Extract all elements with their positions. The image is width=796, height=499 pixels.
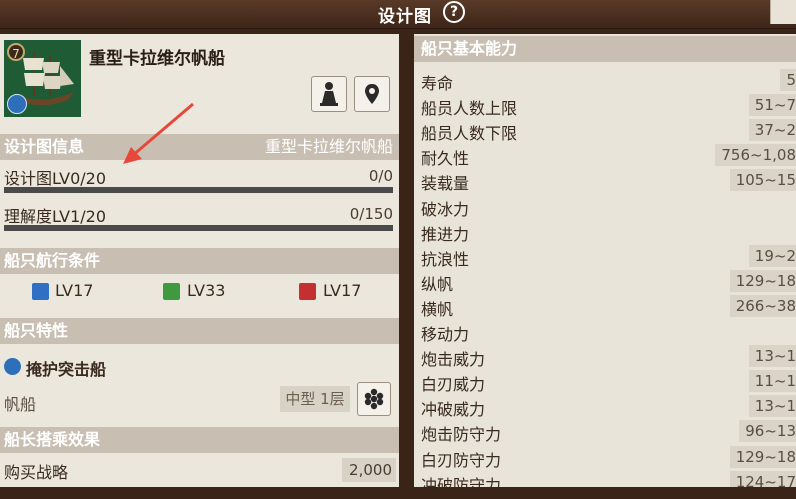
stat-value: 5 (780, 69, 796, 91)
stat-label: 白刃防守力 (421, 450, 502, 470)
ship-type-icon (7, 94, 27, 114)
trait-icon (4, 358, 21, 375)
stat-label: 白刃威力 (421, 375, 486, 395)
stat-row: 炮击威力 13~1 (414, 344, 796, 369)
window-title: 设计图 (378, 7, 432, 27)
captain-effect-title: 船长搭乘效果 (4, 430, 101, 449)
ship-name: 重型卡拉维尔帆船 (89, 49, 225, 69)
stat-value: 37~2 (748, 119, 796, 142)
stat-label: 冲破威力 (421, 400, 486, 420)
captain-effect-value: 2,000 (342, 458, 396, 482)
stat-value: 19~2 (748, 244, 796, 267)
trait-sub: 帆船 (4, 395, 37, 414)
stat-value: 756~1,08 (715, 144, 796, 167)
stat-value: 13~1 (748, 345, 796, 368)
stat-value: 51~7 (748, 94, 796, 117)
map-pin-icon (365, 84, 379, 104)
stat-label: 炮击威力 (421, 350, 486, 370)
stat-label: 推进力 (421, 224, 470, 244)
stat-value: 105~15 (729, 169, 796, 192)
stat-row: 冲破防守力 124~17 (414, 470, 796, 487)
design-level-value: 0/0 (368, 167, 393, 185)
stat-label: 冲破防守力 (421, 475, 502, 487)
battle-level: LV17 (323, 281, 362, 300)
character-button[interactable] (311, 76, 347, 112)
panel-divider (399, 34, 414, 499)
stat-value: 129~18 (729, 269, 796, 292)
understanding-label: 理解度LV1/20 (4, 207, 107, 226)
stat-row: 纵帆 129~18 (414, 269, 796, 294)
stat-label: 船员人数下限 (421, 124, 518, 144)
design-info-header: 设计图信息 重型卡拉维尔帆船 (0, 134, 399, 160)
trade-level: LV33 (187, 281, 226, 300)
help-icon[interactable]: ? (443, 1, 465, 23)
understanding-value: 0/150 (349, 205, 393, 223)
stat-value: 266~38 (729, 294, 796, 317)
stat-label: 寿命 (421, 74, 454, 93)
stat-label: 纵帆 (421, 274, 454, 294)
stat-row: 横帆 266~38 (414, 294, 796, 319)
sail-conditions-title: 船只航行条件 (4, 251, 101, 270)
trait-detail-button[interactable] (357, 382, 391, 416)
stat-row: 寿命 5 (414, 68, 796, 93)
design-level-bar (4, 187, 393, 193)
stat-label: 耐久性 (421, 149, 470, 169)
stat-row: 抗浪性 19~2 (414, 244, 796, 269)
stat-value: 13~1 (748, 395, 796, 418)
ship-thumbnail[interactable]: 7 (4, 40, 81, 117)
stat-row: 炮击防守力 96~13 (414, 419, 796, 444)
trade-icon (163, 283, 180, 300)
trait-tag: 中型 1层 (280, 386, 350, 412)
stat-row: 冲破威力 13~1 (414, 394, 796, 419)
stat-row: 装载量 105~15 (414, 168, 796, 193)
left-panel: 7 重型卡拉维尔帆船 设计图信息 重型卡拉维尔帆船 设计图LV0/20 0/0 … (0, 34, 399, 487)
figure-icon (320, 82, 338, 106)
stat-label: 装载量 (421, 174, 470, 194)
stat-value: 11~1 (748, 370, 796, 393)
stat-row: 移动力 (414, 319, 796, 344)
stat-row: 推进力 (414, 219, 796, 244)
ship-level-badge: 7 (7, 43, 25, 61)
ship-traits-title: 船只特性 (4, 321, 69, 340)
location-button[interactable] (354, 76, 390, 112)
stat-value: 124~17 (729, 470, 796, 487)
understanding-bar (4, 225, 393, 231)
captain-effect-label: 购买战略 (4, 463, 69, 482)
design-level-label: 设计图LV0/20 (4, 169, 107, 188)
stat-label: 破冰力 (421, 199, 470, 219)
stat-label: 炮击防守力 (421, 425, 502, 445)
stat-row: 破冰力 (414, 194, 796, 219)
stat-label: 船员人数上限 (421, 99, 518, 119)
stat-row: 船员人数下限 37~2 (414, 118, 796, 143)
stats-header: 船只基本能力 (414, 36, 796, 62)
trait-name: 掩护突击船 (26, 360, 107, 379)
hexagon-cluster-icon (364, 388, 384, 410)
stats-panel: 船只基本能力 寿命 5 船员人数上限 51~7 船员人数下限 37~2 耐久性 756~1,0… (414, 34, 796, 487)
bottom-border (0, 487, 796, 499)
window-titlebar: 设计图 ? (0, 0, 796, 29)
battle-icon (299, 283, 316, 300)
annotation-arrow (123, 102, 194, 164)
captain-effect-header: 船长搭乘效果 (0, 427, 399, 453)
stat-label: 抗浪性 (421, 249, 470, 269)
scroll-handle[interactable] (770, 0, 796, 24)
stat-value: 96~13 (739, 420, 796, 443)
stat-label: 横帆 (421, 299, 454, 319)
sail-conditions-header: 船只航行条件 (0, 248, 399, 274)
design-info-title: 设计图信息 (4, 137, 85, 156)
design-ship-name: 重型卡拉维尔帆船 (264, 137, 393, 156)
stat-value: 129~18 (729, 445, 796, 468)
stat-row: 白刃防守力 129~18 (414, 445, 796, 470)
stat-row: 耐久性 756~1,08 (414, 143, 796, 168)
stat-row: 船员人数上限 51~7 (414, 93, 796, 118)
stat-row: 白刃威力 11~1 (414, 369, 796, 394)
stat-label: 移动力 (421, 325, 470, 344)
adventure-level: LV17 (55, 281, 94, 300)
ship-traits-header: 船只特性 (0, 318, 399, 344)
adventure-icon (32, 283, 49, 300)
